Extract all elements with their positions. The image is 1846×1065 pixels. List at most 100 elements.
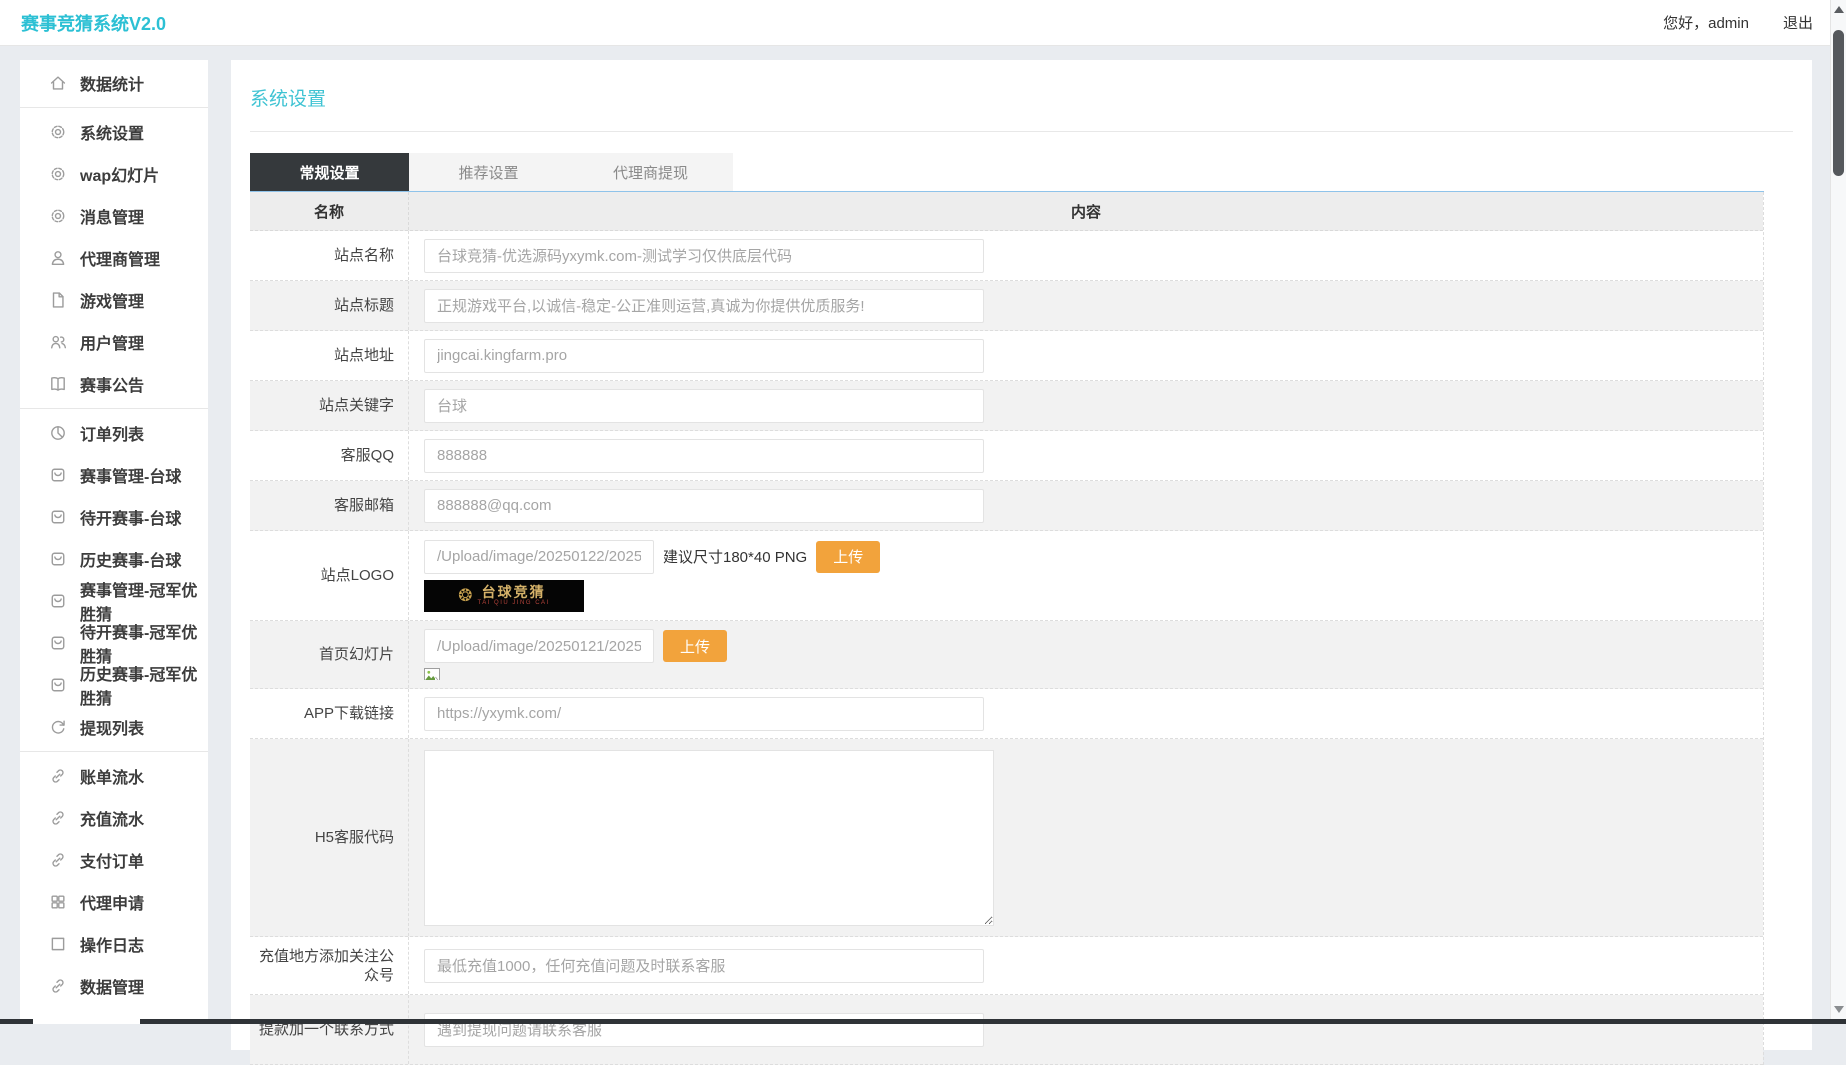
sidebar-item-label: 提现列表 xyxy=(80,721,145,738)
horizontal-scroll-thumb[interactable] xyxy=(140,1019,1846,1024)
gear-icon xyxy=(49,123,67,141)
row-label: 充值地方添加关注公众号 xyxy=(250,937,409,994)
row-label: 客服邮箱 xyxy=(250,481,409,530)
sidebar-divider xyxy=(20,408,208,409)
bag-icon xyxy=(49,676,67,694)
sidebar-item-upcoming-champion[interactable]: 待开赛事-冠军优胜猜 xyxy=(20,622,208,666)
main-panel: 系统设置 常规设置 推荐设置 代理商提现 名称 内容 站点名称 站点标题 站点地… xyxy=(231,60,1812,1065)
sidebar-item-history-billiards[interactable]: 历史赛事-台球 xyxy=(20,538,208,580)
home-icon xyxy=(49,74,67,92)
logo-text-cn: 台球竞猜 xyxy=(481,583,546,600)
slide-upload-button[interactable]: 上传 xyxy=(663,630,728,662)
h5-service-code-textarea[interactable] xyxy=(424,749,994,926)
table-row-h5-service: H5客服代码 xyxy=(250,739,1763,937)
bag-icon xyxy=(49,592,67,610)
gear-icon xyxy=(49,165,67,183)
sidebar-item-operation-log[interactable]: 操作日志 xyxy=(20,923,208,965)
sidebar-item-payment-orders[interactable]: 支付订单 xyxy=(20,839,208,881)
table-row-recharge-notice: 充值地方添加关注公众号 xyxy=(250,937,1763,995)
horizontal-scroll-thumb-left[interactable] xyxy=(0,1019,33,1024)
row-label: 站点LOGO xyxy=(250,531,409,620)
row-label: 站点关键字 xyxy=(250,381,409,430)
sidebar-item-label: 操作日志 xyxy=(80,938,145,955)
horizontal-scrollbar[interactable] xyxy=(0,1019,1846,1024)
sidebar-item-match-mgmt-champion[interactable]: 赛事管理-冠军优胜猜 xyxy=(20,580,208,624)
pie-chart-icon xyxy=(49,424,67,442)
username: admin xyxy=(1708,15,1749,32)
tab-bar: 常规设置 推荐设置 代理商提现 xyxy=(250,153,1764,192)
sidebar-item-withdraw-list[interactable]: 提现列表 xyxy=(20,706,208,748)
logout-link[interactable]: 退出 xyxy=(1783,12,1813,33)
sidebar-item-upcoming-billiards[interactable]: 待开赛事-台球 xyxy=(20,496,208,538)
sidebar-item-wap-slides[interactable]: wap幻灯片 xyxy=(20,153,208,195)
scroll-up-arrow-icon[interactable] xyxy=(1834,6,1844,13)
app-link-input[interactable] xyxy=(424,696,984,731)
sidebar-item-label: 历史赛事-台球 xyxy=(80,553,182,570)
link-icon xyxy=(49,809,67,827)
recharge-notice-input[interactable] xyxy=(424,948,984,983)
row-label: 提款加一个联系方式 xyxy=(250,995,409,1064)
logo-emblem-icon: ❂ xyxy=(458,586,473,605)
sidebar-item-game-mgmt[interactable]: 游戏管理 xyxy=(20,279,208,321)
file-icon xyxy=(49,291,67,309)
sidebar-item-history-champion[interactable]: 历史赛事-冠军优胜猜 xyxy=(20,664,208,708)
table-row-withdraw-contact: 提款加一个联系方式 xyxy=(250,995,1763,1065)
sidebar-item-system-settings[interactable]: 系统设置 xyxy=(20,111,208,153)
sidebar-item-label: 数据管理 xyxy=(80,980,145,997)
sidebar-item-match-announcement[interactable]: 赛事公告 xyxy=(20,363,208,405)
sidebar-item-label: 代理商管理 xyxy=(80,252,161,269)
sidebar-item-label: 充值流水 xyxy=(80,812,145,829)
app-title: 赛事竞猜系统V2.0 xyxy=(21,13,167,34)
sidebar-item-agent-apply[interactable]: 代理申请 xyxy=(20,881,208,923)
sidebar-divider xyxy=(20,751,208,752)
bag-icon xyxy=(49,508,67,526)
user-greeting: 您好，admin xyxy=(1663,15,1749,32)
site-name-input[interactable] xyxy=(424,238,984,273)
home-slide-path-input[interactable] xyxy=(424,629,654,663)
table-row-app-link: APP下载链接 xyxy=(250,689,1763,739)
sidebar-item-label: wap幻灯片 xyxy=(80,168,160,185)
sidebar-item-order-list[interactable]: 订单列表 xyxy=(20,412,208,454)
bag-icon xyxy=(49,550,67,568)
site-keywords-input[interactable] xyxy=(424,388,984,423)
sidebar-item-bill-flow[interactable]: 账单流水 xyxy=(20,755,208,797)
vertical-scroll-thumb[interactable] xyxy=(1833,30,1844,176)
sidebar-item-label: 代理申请 xyxy=(80,896,145,913)
sidebar-item-label: 订单列表 xyxy=(80,427,145,444)
withdraw-contact-input[interactable] xyxy=(424,1012,984,1047)
logo-upload-button[interactable]: 上传 xyxy=(816,540,881,573)
tab-recommend-settings[interactable]: 推荐设置 xyxy=(409,153,568,191)
sidebar-item-agent-mgmt[interactable]: 代理商管理 xyxy=(20,237,208,279)
sidebar-item-label: 用户管理 xyxy=(80,336,145,353)
site-url-input[interactable] xyxy=(424,338,984,373)
scroll-down-arrow-icon[interactable] xyxy=(1834,1006,1844,1013)
sidebar-item-label: 账单流水 xyxy=(80,770,145,787)
sidebar-item-label: 系统设置 xyxy=(80,126,145,143)
sidebar-item-label: 赛事管理-台球 xyxy=(80,469,182,486)
site-title-input[interactable] xyxy=(424,288,984,323)
tab-agent-withdraw[interactable]: 代理商提现 xyxy=(568,153,733,191)
sidebar-item-data-mgmt[interactable]: 数据管理 xyxy=(20,965,208,1007)
sidebar-item-data-stats[interactable]: 数据统计 xyxy=(20,62,208,104)
tab-general-settings[interactable]: 常规设置 xyxy=(250,153,409,191)
sidebar-item-label: 消息管理 xyxy=(80,210,145,227)
site-logo-path-input[interactable] xyxy=(424,539,654,574)
sidebar-item-label: 支付订单 xyxy=(80,854,145,871)
sidebar-item-label: 赛事公告 xyxy=(80,378,145,395)
service-email-input[interactable] xyxy=(424,488,984,523)
title-divider xyxy=(250,131,1793,132)
vertical-scrollbar[interactable] xyxy=(1830,0,1846,1019)
table-row-home-slide: 首页幻灯片 上传 xyxy=(250,621,1763,689)
site-logo-preview: ❂ 台球竞猜 TAI QIU JING CAI xyxy=(424,579,584,612)
table-row-site-url: 站点地址 xyxy=(250,331,1763,381)
square-icon xyxy=(49,935,67,953)
sidebar-item-message-mgmt[interactable]: 消息管理 xyxy=(20,195,208,237)
bag-icon xyxy=(49,634,67,652)
sidebar-item-match-mgmt-billiards[interactable]: 赛事管理-台球 xyxy=(20,454,208,496)
sidebar-item-recharge-flow[interactable]: 充值流水 xyxy=(20,797,208,839)
user-icon xyxy=(49,249,67,267)
service-qq-input[interactable] xyxy=(424,438,984,473)
row-label: 站点名称 xyxy=(250,231,409,280)
sidebar-item-user-mgmt[interactable]: 用户管理 xyxy=(20,321,208,363)
topbar: 赛事竞猜系统V2.0 您好，admin 退出 xyxy=(0,0,1846,46)
